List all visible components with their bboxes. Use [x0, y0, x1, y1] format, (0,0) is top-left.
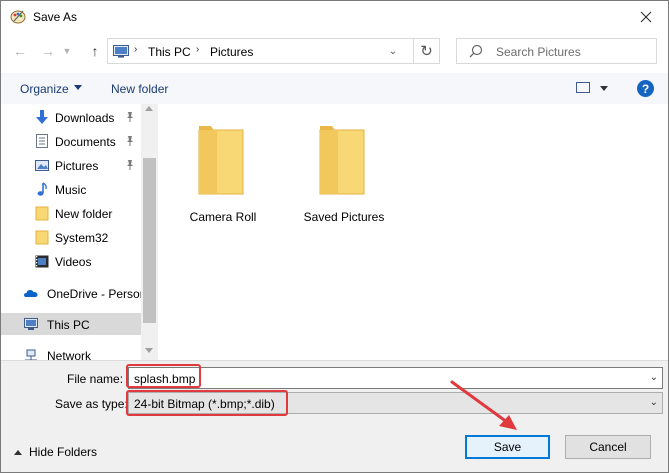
- refresh-icon: ↻: [420, 43, 433, 60]
- save-button[interactable]: Save: [465, 435, 550, 459]
- recent-locations-button[interactable]: ▼: [60, 41, 74, 61]
- hide-folders-button[interactable]: Hide Folders: [14, 445, 97, 459]
- search-icon: [469, 44, 483, 58]
- file-name-field[interactable]: splash.bmp ⌄: [128, 367, 663, 389]
- close-icon: [640, 11, 651, 22]
- sidebar-item-label: System32: [55, 231, 109, 245]
- chevron-right-icon: ›: [196, 44, 200, 55]
- arrow-left-icon: ←: [13, 43, 27, 59]
- sidebar-item-label: Network: [47, 349, 92, 360]
- save-as-dialog: Save As ← → ▼ ↑ › This PC › Pictures ⌄ ↻: [0, 0, 669, 473]
- sidebar-item-label: Music: [55, 183, 87, 197]
- sidebar-item-new-folder[interactable]: New folder: [1, 202, 141, 224]
- hide-folders-label: Hide Folders: [29, 445, 98, 459]
- sidebar-item-network[interactable]: Network: [1, 344, 141, 360]
- view-options-dropdown[interactable]: [600, 86, 608, 91]
- help-icon[interactable]: ?: [637, 80, 654, 97]
- forward-button[interactable]: →: [38, 41, 58, 61]
- folder-icon: [35, 206, 49, 221]
- chevron-down-icon[interactable]: ⌄: [650, 397, 658, 408]
- search-input[interactable]: Search Pictures: [496, 45, 581, 59]
- scroll-up-icon[interactable]: [145, 106, 153, 111]
- chevron-right-icon: ›: [134, 44, 138, 55]
- close-button[interactable]: [623, 1, 668, 32]
- chevron-down-icon: ▼: [62, 46, 72, 56]
- sidebar-item-music[interactable]: Music: [1, 178, 141, 200]
- refresh-button[interactable]: ↻: [413, 39, 439, 63]
- sidebar-item-system32[interactable]: System32: [1, 226, 141, 248]
- view-options-icon[interactable]: [576, 82, 590, 93]
- document-icon: [36, 134, 48, 148]
- title-bar: Save As: [1, 1, 668, 32]
- file-name-highlight: [126, 364, 201, 388]
- sidebar-item-label: Downloads: [55, 111, 115, 125]
- folder-label: Saved Pictures: [303, 210, 385, 224]
- address-dropdown-button[interactable]: ⌄: [385, 42, 401, 60]
- video-icon: [35, 255, 49, 268]
- folder-icon: [35, 230, 49, 245]
- back-button[interactable]: ←: [10, 41, 30, 61]
- folder-camera-roll[interactable]: Camera Roll: [173, 118, 273, 228]
- sidebar-item-videos[interactable]: Videos: [1, 250, 141, 272]
- caret-up-icon: [14, 449, 22, 455]
- file-name-label: File name:: [67, 372, 124, 386]
- pc-location-icon: [113, 45, 129, 58]
- scroll-down-icon[interactable]: [145, 348, 153, 353]
- save-type-label: Save as type:: [55, 397, 128, 411]
- network-icon: [25, 349, 37, 360]
- arrow-right-icon: →: [41, 43, 55, 59]
- pin-icon: [127, 136, 133, 146]
- sidebar-item-label: Pictures: [55, 159, 99, 173]
- save-type-highlight: [126, 390, 288, 416]
- window-title: Save As: [33, 10, 78, 24]
- save-button-label: Save: [493, 440, 522, 454]
- pictures-icon: [35, 160, 49, 171]
- scrollbar-thumb[interactable]: [143, 158, 156, 323]
- chevron-down-icon: ⌄: [388, 45, 398, 57]
- up-button[interactable]: ↑: [85, 41, 105, 61]
- breadcrumb-this-pc[interactable]: This PC: [148, 45, 191, 59]
- search-box[interactable]: Search Pictures: [456, 38, 657, 64]
- pin-icon: [127, 160, 133, 170]
- paint-app-icon: [10, 10, 26, 24]
- sidebar-item-label: Documents: [55, 135, 116, 149]
- sidebar-item-pictures[interactable]: Pictures: [1, 154, 141, 176]
- sidebar-item-label: OneDrive - Persor: [47, 287, 144, 301]
- organize-button[interactable]: Organize: [20, 82, 69, 96]
- new-folder-button[interactable]: New folder: [111, 82, 168, 96]
- command-bar: Organize New folder: [1, 73, 668, 104]
- file-list: Camera Roll Saved Pictures: [159, 104, 668, 360]
- sidebar-item-downloads[interactable]: Downloads: [1, 106, 141, 128]
- caret-down-icon: [74, 85, 82, 90]
- sidebar-item-this-pc[interactable]: This PC: [1, 313, 141, 335]
- sidebar-item-label: This PC: [47, 318, 90, 332]
- cancel-button-label: Cancel: [589, 440, 627, 454]
- arrow-up-icon: ↑: [91, 43, 99, 59]
- computer-icon: [24, 318, 38, 330]
- folder-label: Camera Roll: [189, 210, 257, 224]
- chevron-down-icon[interactable]: ⌄: [650, 372, 658, 383]
- folder-icon: [198, 126, 244, 195]
- sidebar-item-label: Videos: [55, 255, 92, 269]
- sidebar-scrollbar[interactable]: [141, 104, 158, 360]
- folder-saved-pictures[interactable]: Saved Pictures: [294, 118, 394, 228]
- sidebar-item-documents[interactable]: Documents: [1, 130, 141, 152]
- navigation-pane: Downloads Documents Pictures Music New f…: [1, 104, 159, 360]
- download-icon: [36, 110, 48, 124]
- cancel-button[interactable]: Cancel: [565, 435, 651, 459]
- pin-icon: [127, 112, 133, 122]
- cloud-icon: [24, 290, 38, 297]
- sidebar-item-onedrive[interactable]: OneDrive - Persor: [1, 282, 144, 304]
- music-icon: [37, 182, 47, 196]
- breadcrumb-pictures[interactable]: Pictures: [210, 45, 253, 59]
- folder-icon: [319, 126, 365, 195]
- sidebar-item-label: New folder: [55, 207, 113, 221]
